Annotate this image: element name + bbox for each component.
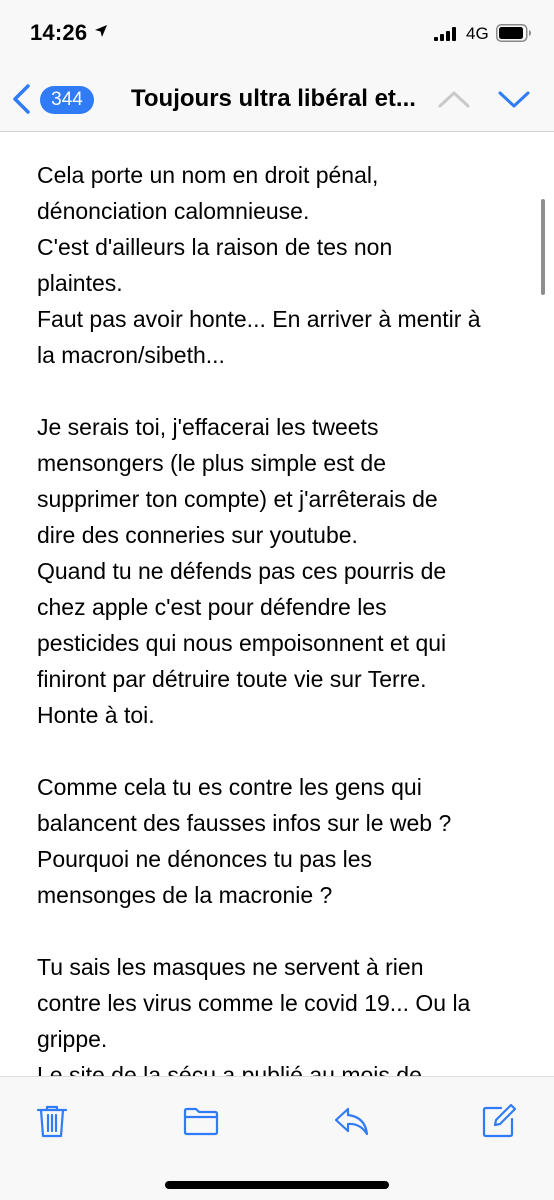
status-time: 14:26 xyxy=(30,20,88,45)
text-line: supprimer ton compte) et j'arrêterais de xyxy=(37,486,438,512)
text-line: finiront par détruire toute vie sur Terr… xyxy=(37,666,427,692)
text-line: la macron/sibeth... xyxy=(37,342,225,368)
text-line: chez apple c'est pour défendre les xyxy=(37,594,387,620)
location-arrow-icon xyxy=(95,25,107,37)
text-line: balancent des fausses infos sur le web ? xyxy=(37,810,452,836)
paragraph: Tu sais les masques ne servent à rien co… xyxy=(37,949,537,1076)
paragraph: Cela porte un nom en droit pénal, dénonc… xyxy=(37,157,537,373)
text-line: Cela porte un nom en droit pénal, xyxy=(37,162,379,188)
chevron-left-icon[interactable] xyxy=(10,83,34,115)
folder-icon[interactable] xyxy=(183,1103,219,1139)
text-line: Quand tu ne défends pas ces pourris de xyxy=(37,558,447,584)
text-line: Honte à toi. xyxy=(37,702,155,728)
text-line: mensongers (le plus simple est de xyxy=(37,450,386,476)
message-text: Cela porte un nom en droit pénal, dénonc… xyxy=(37,157,537,1076)
home-indicator[interactable] xyxy=(165,1181,389,1189)
paragraph: Je serais toi, j'effacerai les tweets me… xyxy=(37,409,537,733)
signal-icon xyxy=(434,27,456,41)
text-line: contre les virus comme le covid 19... Ou… xyxy=(37,990,471,1016)
paragraph: Comme cela tu es contre les gens qui bal… xyxy=(37,769,537,913)
text-line: Le site de la sécu a publié au mois de xyxy=(37,1062,422,1076)
text-line: Faut pas avoir honte... En arriver à men… xyxy=(37,306,481,332)
text-line: pesticides qui nous empoisonnent et qui xyxy=(37,630,447,656)
text-line: grippe. xyxy=(37,1026,108,1052)
mail-nav-bar: 344 Toujours ultra libéral et... xyxy=(0,66,554,132)
back-count-badge[interactable]: 344 xyxy=(40,86,94,114)
text-line: dire des conneries sur youtube. xyxy=(37,522,358,548)
network-type: 4G xyxy=(466,24,489,43)
scrollbar[interactable] xyxy=(541,199,545,295)
text-line: plaintes. xyxy=(37,270,123,296)
text-line: Comme cela tu es contre les gens qui xyxy=(37,774,422,800)
chevron-up-icon[interactable] xyxy=(436,84,472,114)
trash-icon[interactable] xyxy=(34,1103,70,1139)
reply-icon[interactable] xyxy=(333,1103,369,1139)
message-body[interactable]: Cela porte un nom en droit pénal, dénonc… xyxy=(0,132,554,1076)
battery-icon xyxy=(496,24,531,42)
text-line: C'est d'ailleurs la raison de tes non xyxy=(37,234,393,260)
text-line: Je serais toi, j'effacerai les tweets xyxy=(37,414,379,440)
text-line: Pourquoi ne dénonces tu pas les xyxy=(37,846,373,872)
text-line: mensonges de la macronie ? xyxy=(37,882,333,908)
text-line: Tu sais les masques ne servent à rien xyxy=(37,954,424,980)
chevron-down-icon[interactable] xyxy=(496,84,532,114)
text-line: dénonciation calomnieuse. xyxy=(37,198,310,224)
message-subject: Toujours ultra libéral et... xyxy=(131,85,416,112)
compose-icon[interactable] xyxy=(481,1103,517,1139)
status-bar: 14:26 4G xyxy=(0,0,554,66)
